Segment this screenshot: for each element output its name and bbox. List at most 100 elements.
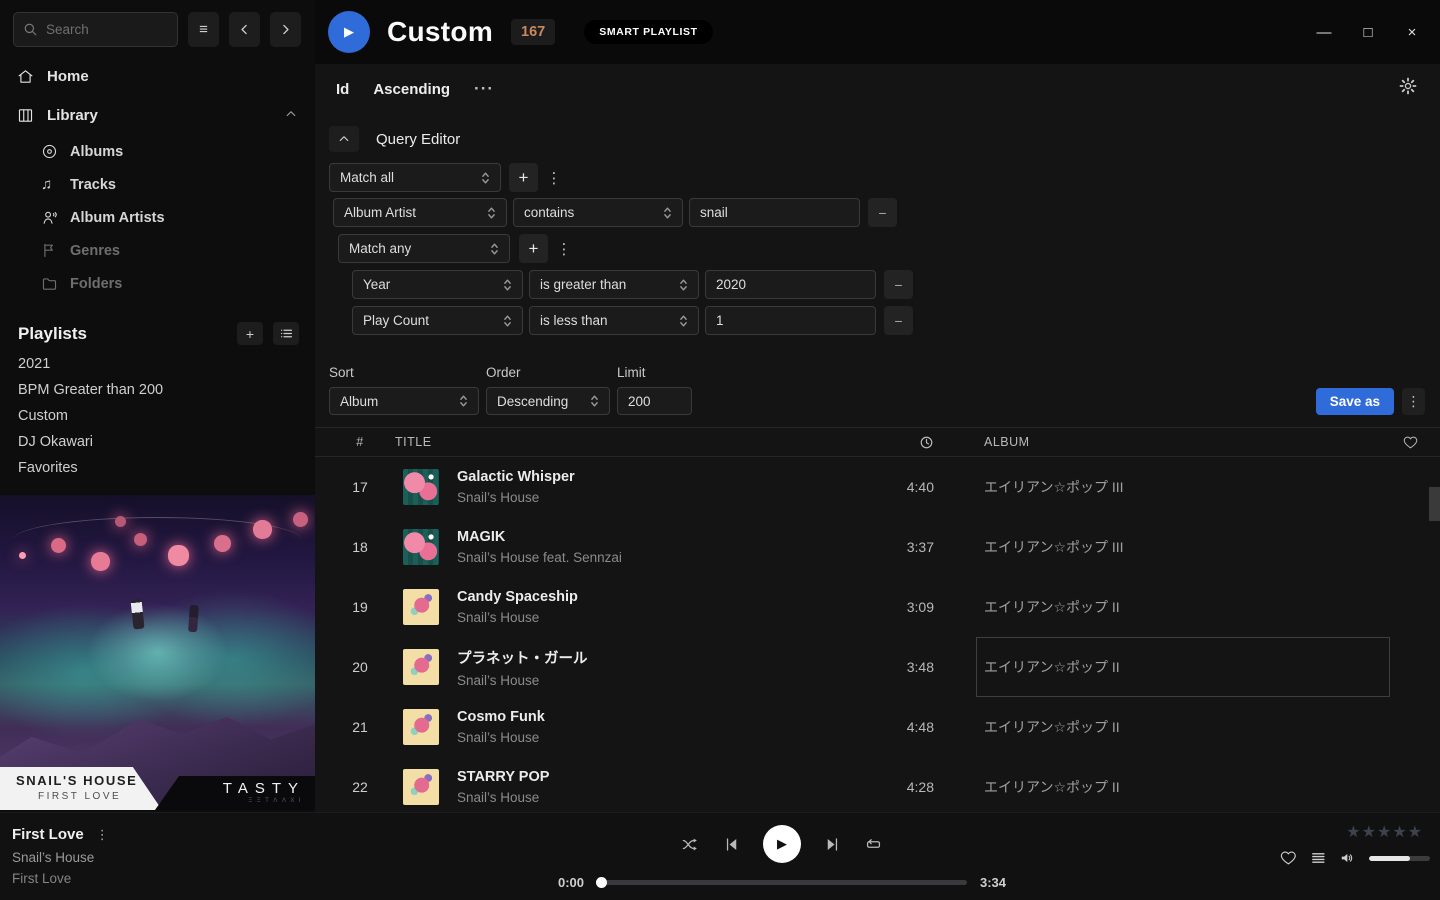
more-options-button[interactable]: ··· [474, 79, 494, 99]
now-playing-title[interactable]: First Love [12, 826, 84, 843]
favorite-heart-icon[interactable] [1280, 849, 1297, 867]
album-name: エイリアン☆ポップ III [984, 537, 1124, 557]
add-rule-button[interactable]: + [509, 163, 538, 192]
now-playing-artist[interactable]: Snail’s House [12, 850, 300, 865]
remove-rule-button[interactable]: − [884, 270, 913, 299]
column-header-favorite[interactable] [1380, 435, 1440, 450]
collapse-chevron[interactable] [285, 107, 297, 124]
now-playing-cover[interactable]: SNAIL'S HOUSE FIRST LOVE TASTY ΞΞTΛΛXI [0, 495, 315, 810]
play-pause-button[interactable]: ▶ [763, 825, 801, 863]
add-playlist-button[interactable]: + [237, 322, 263, 345]
table-row[interactable]: 21 Cosmo Funk Snail’s House 4:48 エイリアン☆ポ… [315, 697, 1440, 757]
playlist-list-button[interactable] [273, 322, 299, 345]
track-album[interactable]: エイリアン☆ポップ II [940, 577, 1380, 637]
sidebar-item-folders[interactable]: Folders [0, 267, 315, 300]
star-icon[interactable]: ★ [1408, 822, 1422, 842]
star-icon[interactable]: ★ [1377, 822, 1391, 842]
rule-value-input[interactable] [716, 277, 865, 292]
sidebar-item-tracks[interactable]: ♫ Tracks [0, 168, 315, 201]
table-row[interactable]: 17 Galactic Whisper Snail’s House 4:40 エ… [315, 457, 1440, 517]
playlist-item[interactable]: Favorites [0, 455, 315, 481]
column-header-index[interactable]: # [325, 435, 395, 449]
star-icon[interactable]: ★ [1362, 822, 1376, 842]
artist-icon [41, 209, 58, 226]
column-header-album[interactable]: ALBUM [940, 435, 1380, 449]
sidebar-item-library[interactable]: Library [0, 96, 315, 135]
rule-operator-select[interactable]: is less than [529, 306, 699, 335]
sidebar-item-albums[interactable]: Albums [0, 135, 315, 168]
volume-slider[interactable] [1369, 856, 1430, 861]
rule-field-select[interactable]: Year [352, 270, 523, 299]
group-menu-button[interactable]: ⋮ [554, 240, 574, 258]
rule-field-select[interactable]: Play Count [352, 306, 523, 335]
track-table: # TITLE ALBUM 17 Galactic Whisper Snail’… [315, 427, 1440, 812]
select-value: Year [363, 277, 390, 292]
seek-slider[interactable] [597, 880, 967, 885]
settings-gear-icon[interactable] [1398, 76, 1418, 96]
track-album-focused-cell[interactable]: エイリアン☆ポップ II [940, 637, 1380, 697]
playlist-item[interactable]: 2021 [0, 351, 315, 377]
volume-icon[interactable] [1339, 849, 1356, 867]
remove-rule-button[interactable]: − [884, 306, 913, 335]
nav-back-button[interactable] [229, 12, 260, 47]
track-number: 22 [325, 779, 395, 795]
add-group-rule-button[interactable]: + [519, 234, 548, 263]
table-row[interactable]: 20 プラネット・ガール Snail’s House 3:48 エイリアン☆ポッ… [315, 637, 1440, 697]
now-playing-album[interactable]: First Love [12, 871, 300, 886]
search-input[interactable] [46, 22, 168, 37]
sort-field-button[interactable]: Id [336, 81, 349, 98]
track-album[interactable]: エイリアン☆ポップ III [940, 517, 1380, 577]
rule-value-input[interactable] [716, 313, 865, 328]
rule-operator-select[interactable]: contains [513, 198, 683, 227]
playlist-item[interactable]: Custom [0, 403, 315, 429]
table-row[interactable]: 19 Candy Spaceship Snail’s House 3:09 エイ… [315, 577, 1440, 637]
minimize-button[interactable]: — [1302, 16, 1346, 48]
collapse-query-editor-button[interactable] [329, 126, 359, 152]
previous-track-icon[interactable] [722, 835, 741, 854]
sidebar-item-home[interactable]: Home [0, 57, 315, 96]
sort-direction-button[interactable]: Ascending [373, 81, 450, 98]
rule-field-select[interactable]: Album Artist [333, 198, 507, 227]
search-box[interactable] [13, 12, 178, 47]
shuffle-icon[interactable] [681, 835, 700, 854]
nav-forward-button[interactable] [270, 12, 301, 47]
save-as-button[interactable]: Save as [1316, 388, 1394, 415]
folder-icon [41, 275, 58, 292]
volume-fill [1369, 856, 1411, 861]
sidebar-item-genres[interactable]: Genres [0, 234, 315, 267]
save-menu-button[interactable]: ⋮ [1402, 388, 1425, 415]
table-row[interactable]: 18 MAGIK Snail’s House feat. Sennzai 3:3… [315, 517, 1440, 577]
rule-operator-select[interactable]: is greater than [529, 270, 699, 299]
track-album[interactable]: エイリアン☆ポップ II [940, 697, 1380, 757]
dots-vertical-icon: ⋮ [547, 170, 562, 187]
group-match-type-select[interactable]: Match any [338, 234, 510, 263]
maximize-button[interactable]: □ [1346, 16, 1390, 48]
column-header-title[interactable]: TITLE [395, 435, 870, 449]
sidebar-item-album-artists[interactable]: Album Artists [0, 201, 315, 234]
rule-value-input[interactable] [700, 205, 849, 220]
now-playing-menu-button[interactable]: ⋮ [96, 827, 109, 843]
next-track-icon[interactable] [823, 835, 842, 854]
play-playlist-button[interactable]: ▶ [328, 11, 370, 53]
track-album[interactable]: エイリアン☆ポップ III [940, 457, 1380, 517]
repeat-icon[interactable] [864, 835, 883, 854]
remove-rule-button[interactable]: − [868, 198, 897, 227]
rule-group-menu-button[interactable]: ⋮ [544, 169, 564, 187]
total-time: 3:34 [980, 875, 1014, 890]
column-header-duration[interactable] [870, 435, 940, 450]
track-album[interactable]: エイリアン☆ポップ II [940, 757, 1380, 812]
sort-select[interactable]: Album [329, 387, 479, 415]
star-icon[interactable]: ★ [1346, 822, 1360, 842]
match-type-select[interactable]: Match all [329, 163, 501, 192]
close-button[interactable]: × [1390, 16, 1434, 48]
star-icon[interactable]: ★ [1392, 822, 1406, 842]
playlist-item[interactable]: DJ Okawari [0, 429, 315, 455]
playlist-item[interactable]: BPM Greater than 200 [0, 377, 315, 403]
order-select[interactable]: Descending [486, 387, 610, 415]
table-row[interactable]: 22 STARRY POP Snail’s House 4:28 エイリアン☆ポ… [315, 757, 1440, 812]
scrollbar-thumb[interactable] [1429, 487, 1440, 521]
menu-button[interactable]: ≡ [188, 12, 219, 47]
seek-thumb[interactable] [596, 877, 607, 888]
limit-input[interactable] [628, 394, 681, 409]
queue-icon[interactable] [1310, 849, 1327, 867]
